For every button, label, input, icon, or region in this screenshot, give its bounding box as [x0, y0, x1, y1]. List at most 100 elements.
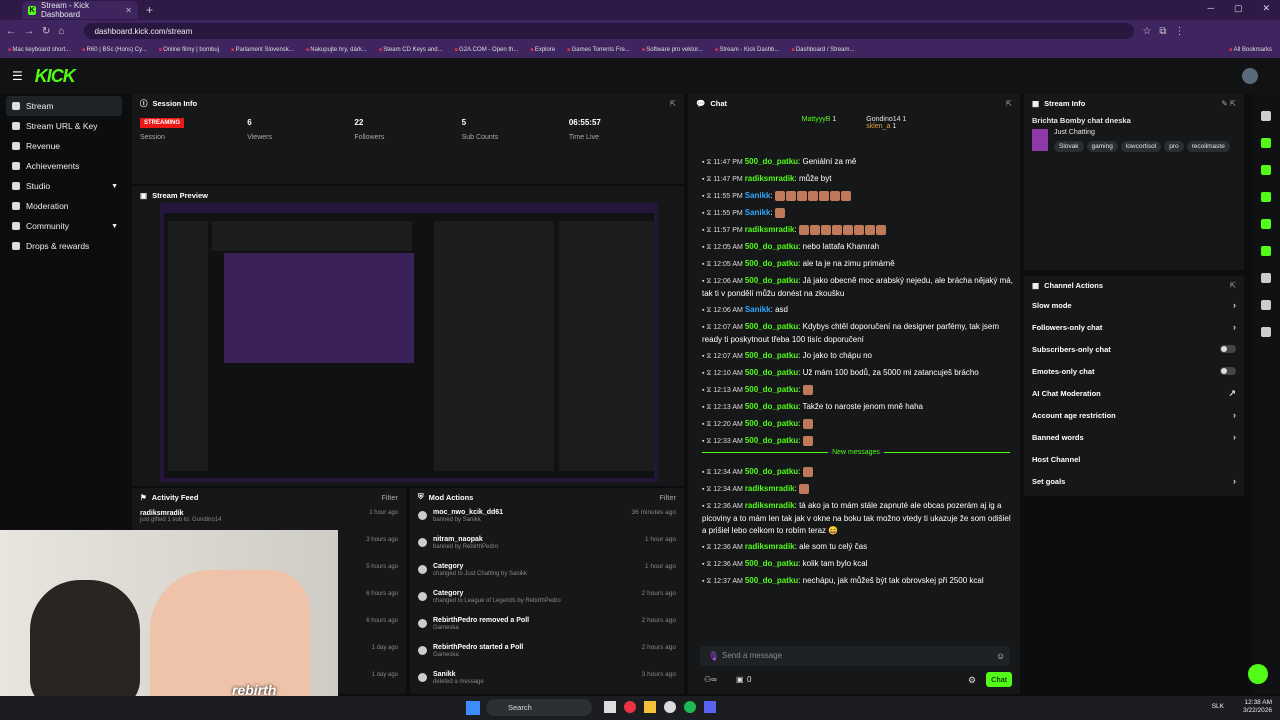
bookmark-link[interactable]: Online filmy | bombuj — [159, 47, 219, 53]
browser-tab[interactable]: K Stream - Kick Dashboard ✕ — [22, 1, 138, 19]
popout-icon[interactable]: ⇱ — [1230, 281, 1236, 290]
windows-start-icon[interactable] — [466, 701, 480, 715]
sidebar-item-drops-rewards[interactable]: Drops & rewards — [0, 236, 128, 256]
chat-settings-icon[interactable]: ⚙ — [968, 675, 976, 686]
message-user[interactable]: 500_do_patku — [745, 419, 798, 428]
message-user[interactable]: Sanikk — [745, 305, 771, 314]
message-user[interactable]: 500_do_patku — [745, 259, 798, 268]
language-indicator[interactable]: SLK — [1212, 703, 1224, 711]
message-user[interactable]: 500_do_patku — [745, 368, 798, 377]
bookmark-link[interactable]: Explore — [530, 47, 555, 53]
channel-action-ai-chat-moderation[interactable]: AI Chat Moderation ↗ — [1024, 382, 1244, 404]
message-user[interactable]: radiksmradik — [745, 174, 795, 183]
send-chat-button[interactable]: Chat — [986, 672, 1012, 687]
message-user[interactable]: 500_do_patku — [745, 576, 798, 585]
clock-date[interactable]: 3/22/2026 — [1243, 707, 1272, 715]
clock-time[interactable]: 12:38 AM — [1243, 699, 1272, 707]
chevron-down-icon[interactable]: ▼ — [111, 223, 118, 230]
clipboard-icon[interactable] — [1261, 192, 1271, 202]
reload-icon[interactable]: ↻ — [42, 26, 50, 37]
chat-messages[interactable]: ▪ ⧖ 11:47 PM 500_do_patku: Geniální za m… — [696, 152, 1016, 642]
stream-tag[interactable]: lowcortisol — [1120, 141, 1162, 152]
bookmark-link[interactable]: Dashboard / Stream... — [791, 47, 855, 53]
wrench-icon[interactable] — [1261, 300, 1271, 310]
emoji-icon[interactable]: ☺ — [996, 651, 1005, 661]
filter-button[interactable]: Filter — [381, 493, 398, 502]
message-user[interactable]: radiksmradik — [745, 484, 795, 493]
message-user[interactable]: 500_do_patku — [745, 436, 798, 445]
toggle-switch[interactable] — [1220, 367, 1236, 375]
popout-icon[interactable]: ⇱ — [1006, 99, 1012, 108]
chrome-icon[interactable] — [624, 701, 636, 713]
url-field[interactable]: dashboard.kick.com/stream — [84, 23, 1135, 39]
message-user[interactable]: 500_do_patku — [745, 559, 798, 568]
channel-action-account-age-restriction[interactable]: Account age restriction › — [1024, 404, 1244, 426]
kick-logo[interactable]: KICK — [35, 66, 76, 87]
message-user[interactable]: 500_do_patku — [745, 322, 798, 331]
message-user[interactable]: 500_do_patku — [745, 157, 798, 166]
message-user[interactable]: radiksmradik — [745, 501, 795, 510]
message-user[interactable]: 500_do_patku — [745, 276, 798, 285]
channel-action-followers-only-chat[interactable]: Followers-only chat › — [1024, 316, 1244, 338]
message-user[interactable]: radiksmradik — [745, 225, 795, 234]
bookmark-link[interactable]: R60 | BSc (Hons) Cy... — [82, 47, 147, 53]
stream-tag[interactable]: pro — [1164, 141, 1184, 152]
channel-action-host-channel[interactable]: Host Channel — [1024, 448, 1244, 470]
folder-icon[interactable] — [644, 701, 656, 713]
edit-icon[interactable]: ✎ ⇱ — [1221, 99, 1236, 108]
feed-user[interactable]: radiksmradik — [140, 510, 221, 517]
sidebar-item-studio[interactable]: Studio ▼ — [0, 176, 128, 196]
back-icon[interactable]: ← — [6, 26, 16, 37]
sidebar-item-stream[interactable]: Stream — [6, 96, 122, 116]
minimize-icon[interactable]: ─ — [1208, 3, 1214, 14]
forward-icon[interactable]: → — [24, 26, 34, 37]
chevron-right-icon[interactable]: › — [1233, 300, 1236, 310]
bookmark-link[interactable]: Games Torrents Fre... — [567, 47, 630, 53]
message-user[interactable]: 500_do_patku — [745, 467, 798, 476]
bookmark-link[interactable]: Steam CD Keys and... — [379, 47, 442, 53]
stream-tag[interactable]: gaming — [1086, 141, 1118, 152]
bookmark-link[interactable]: Stream - Kick Dashb... — [715, 47, 779, 53]
app-icon[interactable] — [664, 701, 676, 713]
sidebar-item-community[interactable]: Community ▼ — [0, 216, 128, 236]
menu-dots-icon[interactable]: ⋮ — [1175, 26, 1185, 37]
popout-icon[interactable]: ⇱ — [670, 99, 676, 108]
maximize-icon[interactable]: ▢ — [1234, 3, 1243, 14]
chevron-right-icon[interactable]: › — [1233, 410, 1236, 420]
avatar[interactable] — [1242, 68, 1258, 84]
chat-input[interactable]: Send a message — [700, 646, 1010, 666]
help-bubble-icon[interactable] — [1248, 664, 1268, 684]
info-icon[interactable] — [1261, 111, 1271, 121]
link-icon[interactable] — [1261, 246, 1271, 256]
sidebar-item-revenue[interactable]: Revenue — [0, 136, 128, 156]
close-tab-icon[interactable]: ✕ — [125, 6, 132, 15]
close-window-icon[interactable]: ✕ — [1262, 3, 1270, 14]
home-icon[interactable]: ⌂ — [58, 26, 64, 37]
bookmark-link[interactable]: G2A.COM - Open th... — [455, 47, 518, 53]
chat-bubble-icon[interactable] — [1261, 219, 1271, 229]
toggle-switch[interactable] — [1220, 345, 1236, 353]
bookmark-link[interactable]: Parlament Slovensk... — [231, 47, 293, 53]
sidebar-item-moderation[interactable]: Moderation — [0, 196, 128, 216]
discord-icon[interactable] — [704, 701, 716, 713]
camera-icon[interactable] — [1261, 138, 1271, 148]
external-link-icon[interactable]: ↗ — [1228, 388, 1236, 399]
message-user[interactable]: radiksmradik — [745, 542, 795, 551]
bookmark-link[interactable]: Mac keyboard short... — [8, 47, 70, 53]
bookmark-link[interactable]: Software pro vektor... — [642, 47, 703, 53]
taskbar-search[interactable]: Search — [486, 699, 592, 716]
chevron-right-icon[interactable]: › — [1233, 432, 1236, 442]
bolt-icon[interactable] — [1261, 165, 1271, 175]
star-icon[interactable]: ☆ — [1142, 26, 1151, 37]
chevron-right-icon[interactable]: › — [1233, 322, 1236, 332]
message-user[interactable]: 500_do_patku — [745, 385, 798, 394]
new-tab-icon[interactable]: + — [146, 3, 153, 17]
channel-action-banned-words[interactable]: Banned words › — [1024, 426, 1244, 448]
message-user[interactable]: Sanikk — [745, 208, 771, 217]
stream-tag[interactable]: recoilmaste — [1186, 141, 1230, 152]
monitor-icon[interactable] — [1261, 273, 1271, 283]
message-user[interactable]: 500_do_patku — [745, 242, 798, 251]
all-bookmarks-link[interactable]: All Bookmarks — [1229, 47, 1272, 53]
channel-action-emotes-only-chat[interactable]: Emotes-only chat — [1024, 360, 1244, 382]
chevron-down-icon[interactable]: ▼ — [111, 183, 118, 190]
